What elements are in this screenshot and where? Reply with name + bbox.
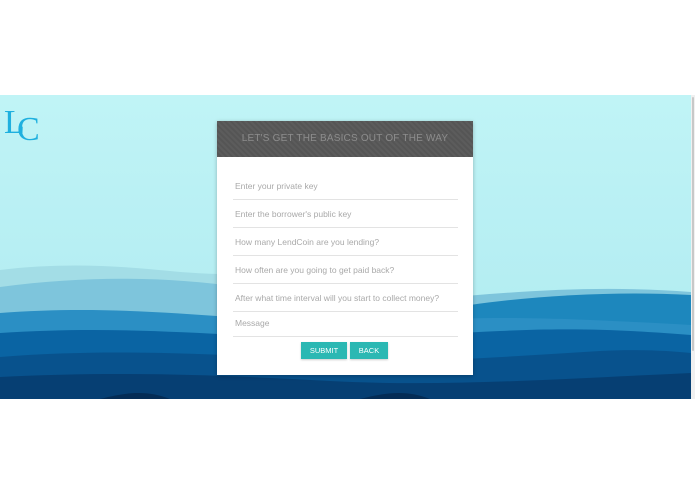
brand-logo[interactable]: L C bbox=[4, 99, 44, 148]
submit-button[interactable]: SUBMIT bbox=[301, 342, 347, 359]
lend-amount-field bbox=[233, 228, 458, 256]
message-field bbox=[233, 309, 458, 337]
lend-amount-input[interactable] bbox=[233, 228, 458, 255]
borrower-public-key-input[interactable] bbox=[233, 200, 458, 227]
payback-frequency-field bbox=[233, 256, 458, 284]
borrower-public-key-field bbox=[233, 200, 458, 228]
scrollbar[interactable] bbox=[691, 95, 695, 399]
payback-frequency-input[interactable] bbox=[233, 256, 458, 283]
form-title: LET'S GET THE BASICS OUT OF THE WAY bbox=[217, 121, 473, 157]
lc-logo-icon: L C bbox=[4, 104, 40, 148]
collection-interval-field bbox=[233, 284, 458, 312]
svg-text:C: C bbox=[17, 111, 40, 143]
back-button[interactable]: BACK bbox=[350, 342, 388, 359]
private-key-field bbox=[233, 172, 458, 200]
scrollbar-thumb[interactable] bbox=[692, 97, 694, 351]
message-input[interactable] bbox=[233, 309, 458, 336]
loan-form-card: LET'S GET THE BASICS OUT OF THE WAY SUBM… bbox=[217, 121, 473, 375]
collection-interval-input[interactable] bbox=[233, 284, 458, 311]
private-key-input[interactable] bbox=[233, 172, 458, 199]
